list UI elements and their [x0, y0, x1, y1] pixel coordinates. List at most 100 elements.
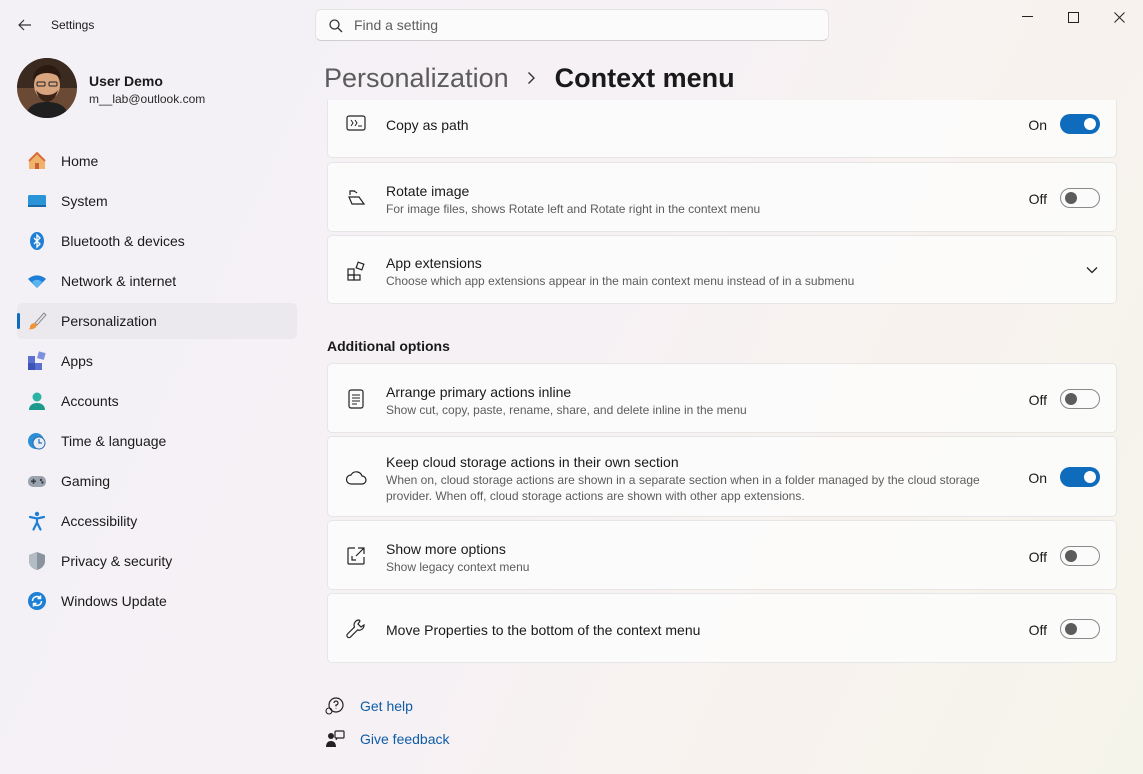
- setting-title: Arrange primary actions inline: [386, 384, 572, 400]
- toggle-state: On: [1028, 117, 1047, 133]
- sidebar-item-accounts[interactable]: Accounts: [17, 383, 297, 419]
- back-arrow-icon: [18, 19, 31, 31]
- rotate-icon: [348, 190, 366, 205]
- update-icon: [28, 592, 46, 610]
- list-icon: [348, 389, 364, 409]
- page-title: Context menu: [554, 62, 735, 93]
- toggle-state: Off: [1028, 191, 1047, 207]
- get-help-link[interactable]: Get help: [325, 695, 413, 717]
- app-extensions-icon: [347, 261, 365, 281]
- system-icon: [28, 195, 46, 207]
- get-help-label: Get help: [360, 698, 413, 714]
- app-title: Settings: [51, 18, 95, 32]
- shield-icon: [29, 552, 45, 570]
- sidebar-nav: Home System Bluetooth & devices Network …: [17, 143, 297, 623]
- setting-title: Show more options: [386, 541, 506, 557]
- sidebar-item-home[interactable]: Home: [17, 143, 297, 179]
- account-icon: [29, 392, 45, 410]
- close-icon: [1113, 11, 1125, 23]
- rotate-image-toggle[interactable]: [1060, 188, 1100, 208]
- cloud-icon: [345, 471, 367, 485]
- sidebar-item-label: Accounts: [61, 393, 119, 409]
- apps-icon: [28, 351, 46, 370]
- setting-rotate-image: Rotate image For image files, shows Rota…: [327, 162, 1117, 232]
- sidebar-item-privacy-security[interactable]: Privacy & security: [17, 543, 297, 579]
- user-profile[interactable]: User Demo m__lab@outlook.com: [17, 58, 297, 120]
- chevron-right-icon: [527, 71, 539, 85]
- back-button[interactable]: [14, 14, 36, 36]
- sidebar-item-label: Home: [61, 153, 99, 169]
- sidebar-item-label: Apps: [61, 353, 93, 369]
- arrange-inline-toggle[interactable]: [1060, 389, 1100, 409]
- setting-description: For image files, shows Rotate left and R…: [386, 202, 761, 216]
- setting-app-extensions[interactable]: App extensions Choose which app extensio…: [327, 235, 1117, 304]
- toggle-state: Off: [1028, 392, 1047, 408]
- bluetooth-icon: [30, 232, 44, 250]
- setting-description: Show cut, copy, paste, rename, share, an…: [386, 403, 747, 417]
- sidebar-item-label: Network & internet: [61, 273, 177, 289]
- sidebar-item-network[interactable]: Network & internet: [17, 263, 297, 299]
- cloud-storage-toggle[interactable]: [1060, 467, 1100, 487]
- maximize-icon: [1067, 11, 1079, 23]
- sidebar-item-label: System: [61, 193, 108, 209]
- search-input[interactable]: [354, 15, 814, 35]
- setting-description: When on, cloud storage actions are shown…: [386, 473, 980, 503]
- give-feedback-link[interactable]: Give feedback: [325, 728, 450, 750]
- sidebar-item-label: Personalization: [61, 313, 157, 329]
- sidebar-item-bluetooth[interactable]: Bluetooth & devices: [17, 223, 297, 259]
- sidebar-item-label: Gaming: [61, 473, 111, 489]
- search-box[interactable]: [315, 9, 829, 41]
- sidebar-item-time-language[interactable]: Time & language: [17, 423, 297, 459]
- setting-arrange-inline: Arrange primary actions inline Show cut,…: [327, 363, 1117, 433]
- home-icon: [28, 151, 46, 169]
- toggle-state: On: [1028, 470, 1047, 486]
- setting-title: Copy as path: [386, 117, 469, 133]
- move-properties-toggle[interactable]: [1060, 619, 1100, 639]
- search-icon: [329, 19, 343, 33]
- setting-cloud-storage: Keep cloud storage actions in their own …: [327, 436, 1117, 517]
- clock-globe-icon: [28, 433, 46, 450]
- setting-move-properties: Move Properties to the bottom of the con…: [327, 593, 1117, 663]
- accessibility-icon: [28, 511, 46, 531]
- feedback-icon: [326, 730, 345, 747]
- user-email: m__lab@outlook.com: [89, 92, 206, 106]
- minimize-icon: [1021, 16, 1033, 17]
- setting-show-more-options: Show more options Show legacy context me…: [327, 520, 1117, 590]
- sidebar-item-label: Bluetooth & devices: [61, 233, 185, 249]
- sidebar-item-label: Windows Update: [61, 593, 167, 609]
- breadcrumb: Personalization Context menu: [324, 60, 735, 96]
- breadcrumb-parent[interactable]: Personalization: [324, 63, 509, 94]
- toggle-state: Off: [1028, 549, 1047, 565]
- maximize-button[interactable]: [1050, 0, 1096, 34]
- give-feedback-label: Give feedback: [360, 731, 450, 747]
- setting-description: Choose which app extensions appear in th…: [386, 274, 855, 288]
- setting-title: App extensions: [386, 255, 482, 271]
- path-icon: [346, 115, 366, 131]
- sidebar-item-system[interactable]: System: [17, 183, 297, 219]
- setting-title: Keep cloud storage actions in their own …: [386, 454, 679, 470]
- sidebar-item-label: Time & language: [61, 433, 167, 449]
- avatar: [17, 58, 77, 118]
- sidebar-item-accessibility[interactable]: Accessibility: [17, 503, 297, 539]
- brush-icon: [28, 312, 47, 330]
- section-heading: Additional options: [327, 338, 450, 354]
- setting-title: Move Properties to the bottom of the con…: [386, 622, 701, 638]
- sidebar-item-label: Accessibility: [61, 513, 138, 529]
- gamepad-icon: [28, 476, 46, 487]
- sidebar-item-personalization[interactable]: Personalization: [17, 303, 297, 339]
- setting-title: Rotate image: [386, 183, 470, 199]
- title-bar: Settings: [0, 0, 1143, 50]
- sidebar-item-gaming[interactable]: Gaming: [17, 463, 297, 499]
- sidebar-item-label: Privacy & security: [61, 553, 173, 569]
- user-name: User Demo: [89, 73, 163, 89]
- show-more-options-toggle[interactable]: [1060, 546, 1100, 566]
- sidebar-item-apps[interactable]: Apps: [17, 343, 297, 379]
- setting-description: Show legacy context menu: [386, 560, 530, 574]
- setting-copy-as-path: Copy as path On: [327, 100, 1117, 158]
- copy-as-path-toggle[interactable]: [1060, 114, 1100, 134]
- minimize-button[interactable]: [1004, 0, 1050, 34]
- wrench-icon: [346, 619, 365, 639]
- sidebar-item-windows-update[interactable]: Windows Update: [17, 583, 297, 619]
- expand-window-icon: [347, 547, 365, 565]
- close-button[interactable]: [1096, 0, 1142, 34]
